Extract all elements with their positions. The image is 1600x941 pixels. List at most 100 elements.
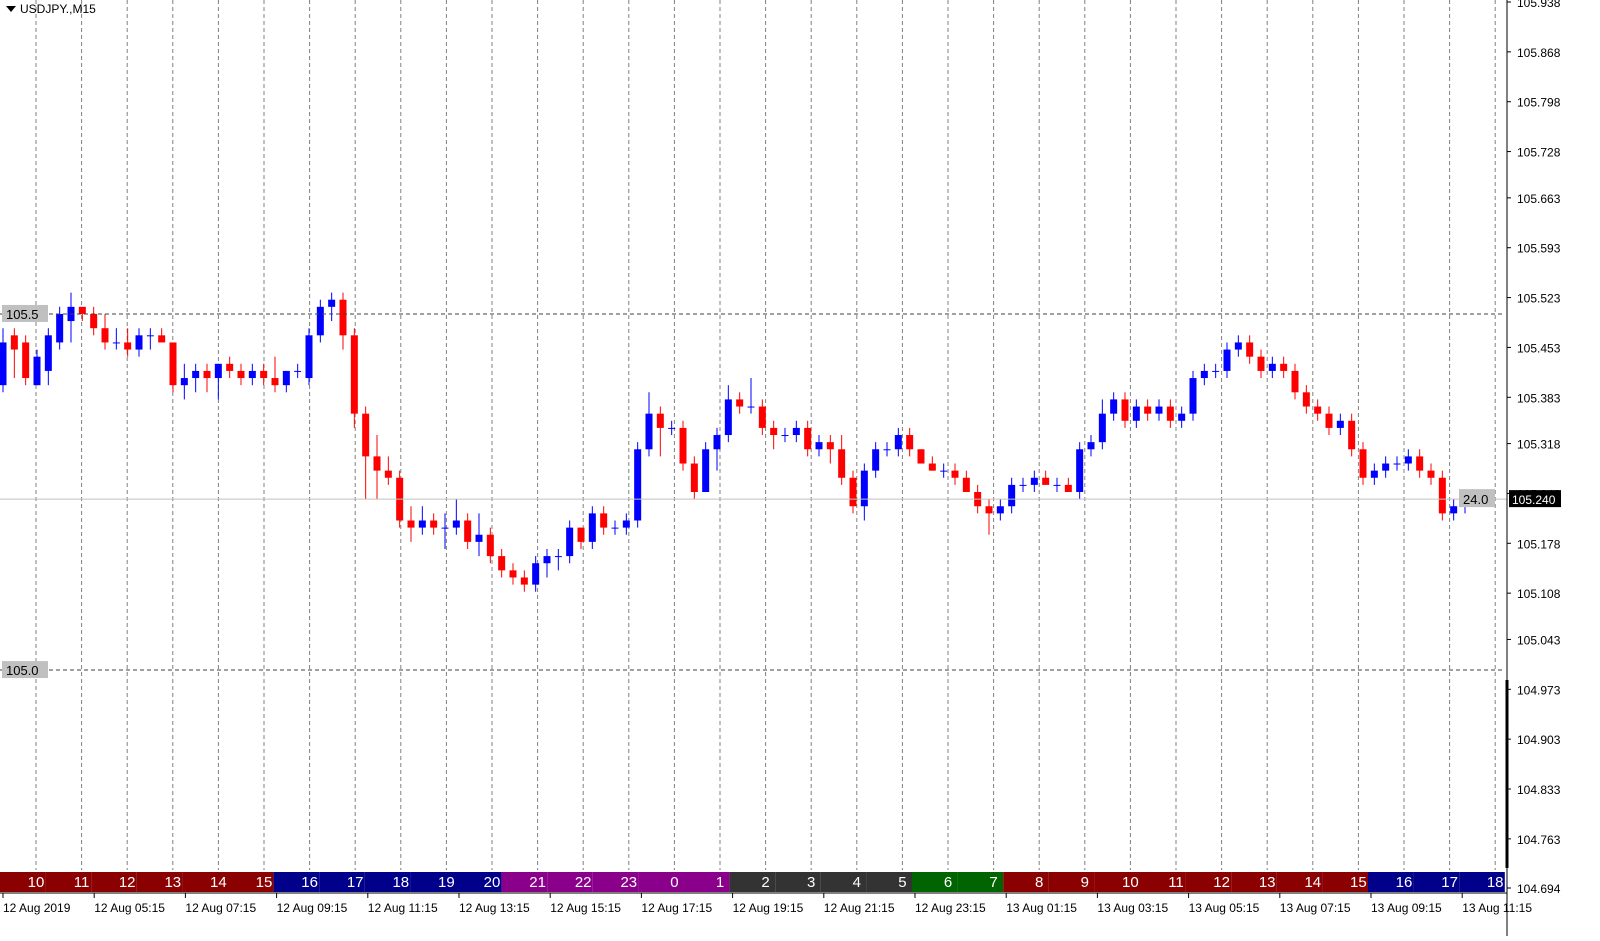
price-axis-label: 104.694 xyxy=(1517,882,1561,896)
candle-bull xyxy=(781,435,789,437)
candle-bull xyxy=(1223,349,1231,371)
candle-bull xyxy=(940,470,948,472)
hour-label: 12 xyxy=(1213,874,1230,891)
time-axis-label: 12 Aug 11:15 xyxy=(368,901,438,915)
candle-bull xyxy=(611,527,619,529)
candle-bear xyxy=(736,399,744,407)
candle-bear xyxy=(498,556,506,571)
candle-bull xyxy=(294,370,302,372)
level-label: 105.0 xyxy=(6,663,39,678)
candlestick-chart[interactable]: 105.5 105.0 24.0 105.938 105.868 105.798 105.… xyxy=(0,0,1600,936)
hour-label: 3 xyxy=(807,874,815,891)
candle-bull xyxy=(1393,463,1401,465)
candle-bull xyxy=(1200,370,1208,379)
hour-label: 11 xyxy=(1168,874,1184,891)
candle-bear xyxy=(362,413,370,457)
candle-bear xyxy=(951,470,959,478)
candle-bear xyxy=(849,477,857,507)
grid-layer xyxy=(35,0,1496,870)
price-axis-label: 105.938 xyxy=(1517,0,1561,10)
price-axis-label: 105.383 xyxy=(1517,391,1561,405)
candle-bull xyxy=(1382,463,1390,471)
price-axis-label: 105.523 xyxy=(1517,292,1561,306)
price-axis-label: 105.318 xyxy=(1517,438,1561,452)
candle-bull xyxy=(815,442,823,450)
hour-strip: 10 11 12 13 14 15 16 17 18 19 20 21 22 23 0 1 2 3 4 5 6 7 8 9 10… xyxy=(0,872,1505,892)
hour-label: 1 xyxy=(716,874,724,891)
time-axis-label: 12 Aug 05:15 xyxy=(94,901,165,915)
candle-bull xyxy=(1212,370,1220,372)
candle-bear xyxy=(1325,413,1333,428)
price-axis-label: 105.663 xyxy=(1517,192,1561,206)
time-axis-label: 12 Aug 13:15 xyxy=(459,901,530,915)
time-axis-label: 13 Aug 11:15 xyxy=(1462,901,1532,915)
price-axis-label: 105.178 xyxy=(1517,537,1561,551)
candle-bull xyxy=(475,534,483,542)
price-axis-label: 105.798 xyxy=(1517,96,1561,110)
price-axis: 105.938 105.868 105.798 105.728 105.663 105.5… xyxy=(1505,0,1561,936)
candle-bull xyxy=(1404,456,1412,464)
candle-bull xyxy=(872,449,880,471)
triangle-down-icon[interactable] xyxy=(6,6,16,12)
candle-bull xyxy=(441,527,449,529)
candle-bull xyxy=(543,556,551,564)
candle-bear xyxy=(1246,342,1254,357)
candle-bull xyxy=(1110,399,1118,414)
candle-bull xyxy=(894,435,902,450)
time-axis-label: 13 Aug 07:15 xyxy=(1280,901,1351,915)
candle-bull xyxy=(747,406,755,408)
price-axis-label: 105.728 xyxy=(1517,146,1561,160)
price-axis-label: 104.973 xyxy=(1517,683,1561,697)
chart-canvas[interactable]: 105.5105.024.0 105.938105.868105.798105.… xyxy=(0,0,1600,936)
level-label: 105.5 xyxy=(6,307,39,322)
candle-bear xyxy=(804,427,812,450)
time-axis-label: 12 Aug 2019 xyxy=(3,901,71,915)
candle-bull xyxy=(532,563,540,585)
hour-label: 11 xyxy=(74,874,90,891)
symbol-label: USDJPY.,M15 xyxy=(20,2,96,16)
hour-label: 7 xyxy=(989,874,997,891)
candle-bear xyxy=(158,335,166,343)
candle-bear xyxy=(656,413,664,428)
hour-label: 4 xyxy=(853,874,861,891)
candle-bull xyxy=(418,520,426,528)
hour-label: 14 xyxy=(1304,874,1321,891)
hour-label: 16 xyxy=(1396,874,1413,891)
candle-bear xyxy=(509,570,517,578)
candle-bear xyxy=(124,342,132,350)
candle-bull xyxy=(328,299,336,307)
candle-bull xyxy=(1234,342,1242,350)
candle-bull xyxy=(282,370,290,386)
candle-bear xyxy=(838,449,846,478)
candle-bear xyxy=(1438,477,1446,514)
candle-bull xyxy=(1178,413,1186,421)
candle-bull xyxy=(1030,477,1038,485)
candle-bear xyxy=(1064,484,1072,493)
candle-bear xyxy=(1348,420,1356,450)
hour-label: 0 xyxy=(670,874,678,891)
current-price-label: 105.240 xyxy=(1512,493,1556,507)
time-axis-label: 13 Aug 05:15 xyxy=(1189,901,1260,915)
time-axis-label: 12 Aug 07:15 xyxy=(185,901,256,915)
hour-label: 6 xyxy=(944,874,952,891)
candle-bear xyxy=(985,506,993,514)
candle-bull xyxy=(1098,413,1106,443)
candles-layer xyxy=(0,292,1469,592)
hour-label: 10 xyxy=(28,874,45,891)
candle-bull xyxy=(713,435,721,450)
candle-bull xyxy=(316,306,324,336)
candle-bull xyxy=(44,335,52,371)
candle-bull xyxy=(1087,442,1095,450)
price-axis-label: 104.833 xyxy=(1517,783,1561,797)
candle-bull xyxy=(1450,506,1458,514)
symbol-header[interactable]: USDJPY.,M15 xyxy=(6,2,96,16)
candle-bear xyxy=(1042,477,1050,485)
candle-bear xyxy=(260,370,268,379)
candle-bear xyxy=(373,456,381,471)
candle-bull xyxy=(996,506,1004,514)
hour-label: 8 xyxy=(1035,874,1043,891)
candle-bull xyxy=(1076,449,1084,493)
candle-bull xyxy=(1132,406,1140,421)
hour-label: 9 xyxy=(1081,874,1089,891)
candle-bull xyxy=(248,370,256,379)
